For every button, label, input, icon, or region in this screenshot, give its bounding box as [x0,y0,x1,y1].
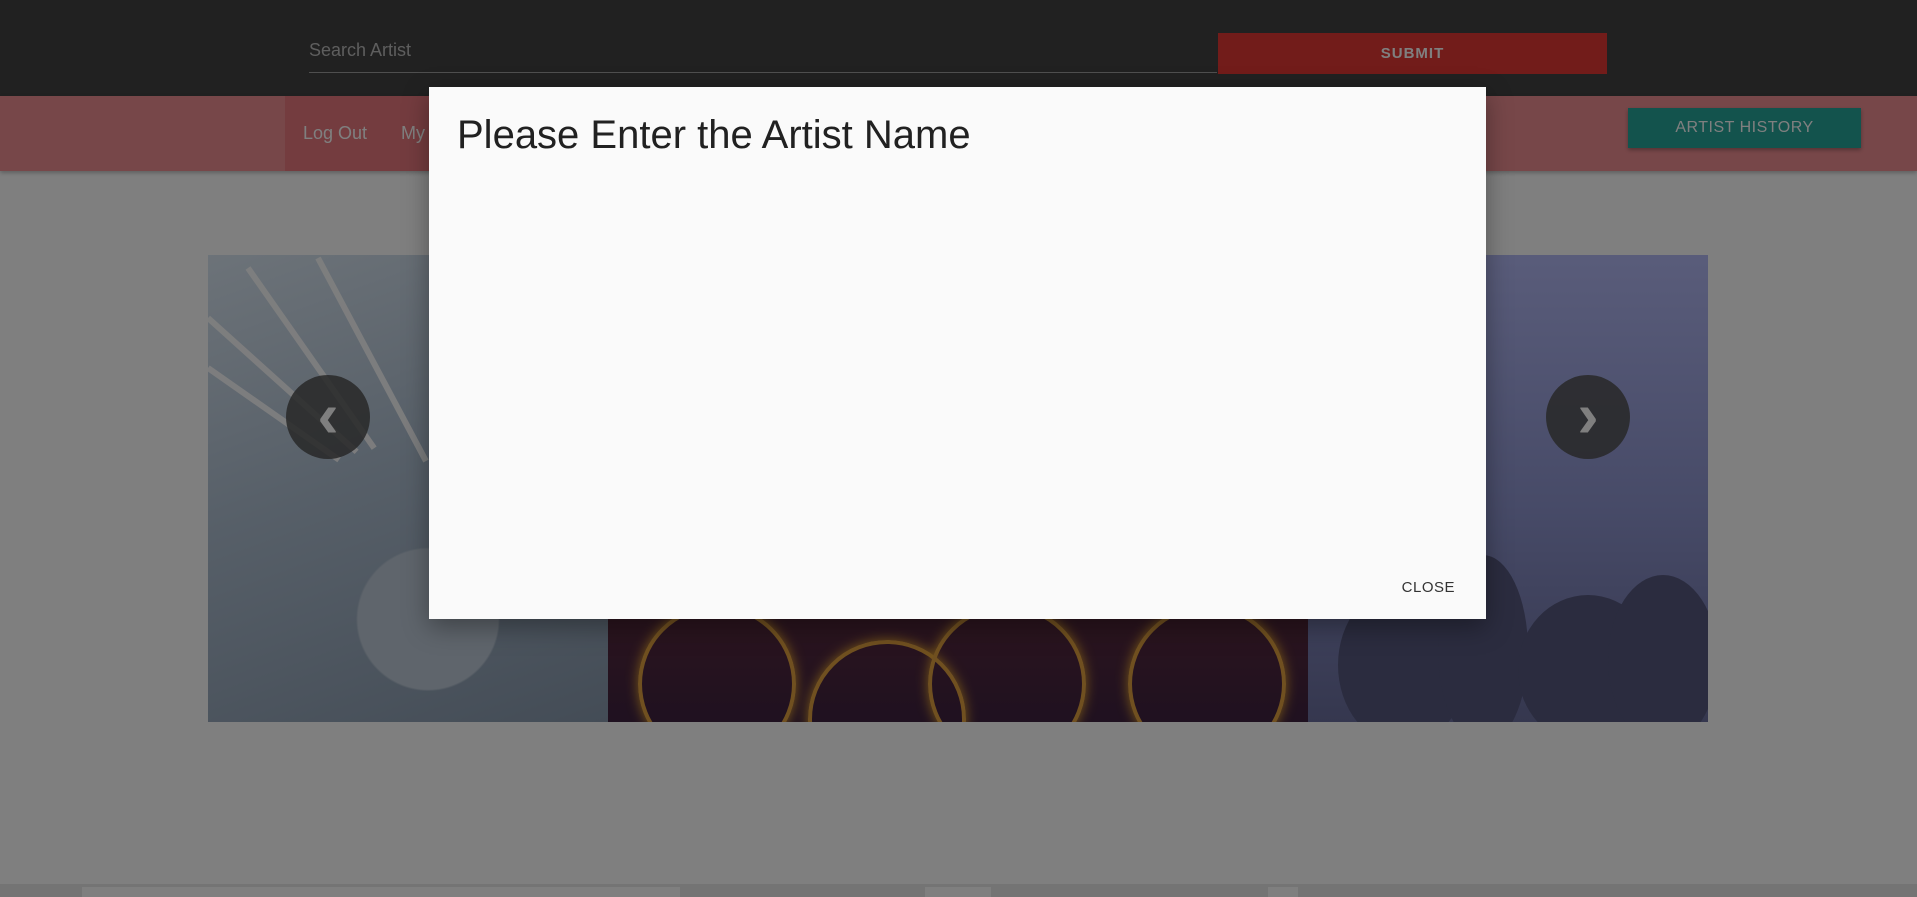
modal-title: Please Enter the Artist Name [457,113,971,157]
modal-overlay[interactable]: Please Enter the Artist Name CLOSE [0,0,1917,897]
close-button[interactable]: CLOSE [1396,578,1461,597]
artist-name-modal: Please Enter the Artist Name CLOSE [429,87,1486,619]
